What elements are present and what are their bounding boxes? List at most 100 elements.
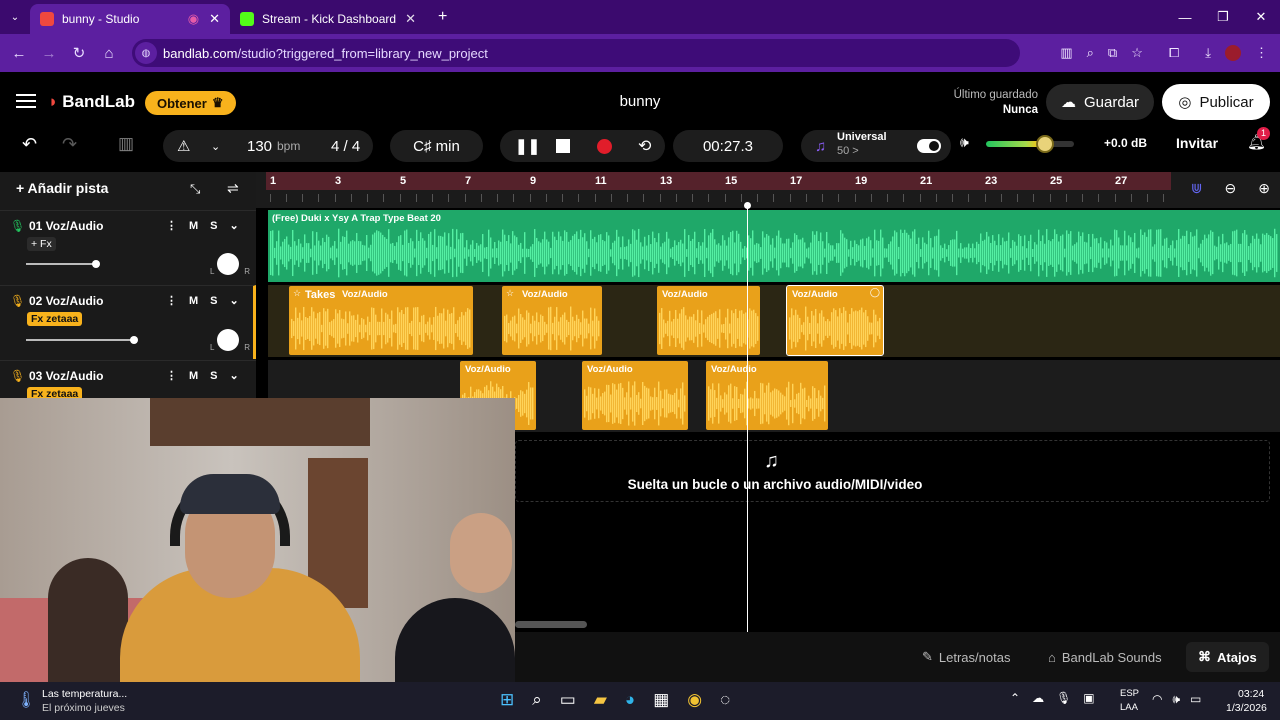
slider-handle[interactable] [92, 260, 100, 268]
timeline-ruler[interactable]: 1 3 5 7 9 11 13 15 17 19 21 23 25 27 ⋓ ⊖ ⊕ [256, 172, 1280, 208]
audio-clip[interactable]: Voz/Audio [706, 361, 828, 430]
mute-button[interactable]: M [189, 295, 198, 307]
track-header-02[interactable]: 🎙︎ 02 Voz/Audio ⋮ M S ⌄ Fx zetaaa LR [0, 285, 256, 359]
task-view-icon[interactable]: ▭ [560, 690, 576, 710]
bandlab-sounds-button[interactable]: ⌂ BandLab Sounds [1036, 642, 1174, 672]
guardar-button[interactable]: ☁ Guardar [1046, 84, 1154, 120]
tab-menu-icon[interactable]: ⌄ [0, 12, 30, 23]
obtener-button[interactable]: Obtener ♛ [145, 91, 236, 115]
file-explorer-icon[interactable]: ▰ [594, 690, 607, 710]
track-menu-icon[interactable]: ⋮ [166, 369, 177, 382]
invitar-button[interactable]: Invitar [1176, 135, 1218, 151]
track-menu-icon[interactable]: ⋮ [166, 294, 177, 307]
playhead[interactable] [744, 202, 751, 633]
display-icon[interactable]: ▣ [1083, 691, 1094, 705]
solo-button[interactable]: S [210, 370, 217, 382]
home-icon[interactable]: ⌂ [94, 45, 124, 62]
track-header-01[interactable]: 🎙︎ 01 Voz/Audio ⋮ M S ⌄ + Fx LR [0, 210, 256, 284]
maximize-icon[interactable]: ❐ [1204, 9, 1242, 25]
drop-zone[interactable] [515, 440, 1270, 502]
reading-mode-icon[interactable]: ▥ [1060, 45, 1072, 61]
loop-icon[interactable]: ⟲ [638, 136, 651, 156]
horizontal-scrollbar[interactable] [515, 621, 587, 628]
onedrive-icon[interactable]: ☁ [1032, 691, 1044, 705]
loop-handle-icon[interactable]: ◯ [870, 287, 880, 298]
new-tab-icon[interactable]: + [438, 8, 447, 26]
stop-icon[interactable] [556, 139, 570, 153]
time-display[interactable]: 00:27.3 [673, 130, 783, 162]
notifications-icon[interactable]: 🔔︎ 1 [1247, 127, 1271, 151]
zoom-in-icon[interactable]: ⊕ [1258, 180, 1270, 197]
windows-start-icon[interactable]: ⊞ [500, 690, 514, 710]
edge-icon[interactable]: ◕ [625, 690, 635, 710]
instrument-selector[interactable]: ♫ Universal 50 > [801, 130, 951, 162]
minimize-icon[interactable]: — [1166, 10, 1204, 25]
instrument-toggle[interactable] [917, 139, 941, 153]
track-volume-slider[interactable] [26, 260, 100, 268]
weather-title[interactable]: Las temperatura... [42, 688, 127, 700]
pause-icon[interactable]: ❚❚ [515, 137, 540, 155]
weather-icon[interactable]: 🌡︎ [16, 690, 36, 710]
audio-clip[interactable]: Voz/Audio [582, 361, 688, 430]
tab-bunny-studio[interactable]: bunny - Studio ◉ ✕ [30, 4, 230, 34]
language-code[interactable]: ESP [1120, 688, 1139, 699]
profile-avatar[interactable] [1225, 45, 1241, 61]
redo-icon[interactable]: ↷ [62, 134, 77, 155]
clock-time[interactable]: 03:24 [1238, 688, 1264, 700]
reload-icon[interactable]: ↻ [64, 44, 94, 62]
extensions-icon[interactable]: ⧠ [1169, 45, 1179, 61]
speaker-icon[interactable]: 🕪 [960, 134, 969, 151]
undo-icon[interactable]: ↶ [22, 134, 37, 155]
solo-button[interactable]: S [210, 295, 217, 307]
time-signature[interactable]: 4 / 4 [331, 138, 360, 155]
fx-button[interactable]: + Fx [27, 237, 56, 251]
project-title[interactable]: bunny [600, 93, 680, 110]
atajos-button[interactable]: ⌘ Atajos [1186, 642, 1269, 672]
chevron-down-icon[interactable]: ⌄ [230, 219, 239, 232]
record-icon[interactable] [597, 138, 612, 154]
audio-clip[interactable]: ☆ Voz/Audio [502, 286, 602, 355]
url-field[interactable]: ◍ bandlab.com /studio?triggered_from=lib… [132, 39, 1020, 67]
tray-overflow-icon[interactable]: ⌃ [1010, 691, 1020, 705]
track-volume-slider[interactable] [26, 336, 138, 344]
track-lane-01[interactable]: (Free) Duki x Ysy A Trap Type Beat 20 [268, 210, 1280, 282]
hamburger-menu-icon[interactable] [16, 94, 36, 108]
network-volume-battery[interactable]: ◠ 🕪 ▭ [1152, 692, 1201, 707]
track-name[interactable]: 03 Voz/Audio [29, 369, 103, 383]
master-volume-slider[interactable] [986, 135, 1074, 153]
mute-button[interactable]: M [189, 370, 198, 382]
bookmark-star-icon[interactable]: ☆ [1131, 45, 1143, 61]
slider-handle[interactable] [130, 336, 138, 344]
downloads-icon[interactable]: ⤓ [1205, 45, 1211, 61]
mute-button[interactable]: M [189, 220, 198, 232]
key-selector[interactable]: C♯ min [390, 130, 483, 162]
publicar-button[interactable]: ◎ Publicar [1162, 84, 1270, 120]
tab-close-icon[interactable]: ✕ [209, 11, 220, 27]
zoom-icon[interactable]: ⌕ [1087, 45, 1094, 61]
microphone-icon[interactable]: 🎙︎ [1056, 691, 1071, 705]
site-info-icon[interactable]: ◍ [135, 42, 157, 64]
track-name[interactable]: 02 Voz/Audio [29, 294, 103, 308]
fx-button[interactable]: Fx zetaaa [27, 312, 83, 326]
tempo-value[interactable]: 130 [247, 138, 272, 155]
chrome-icon[interactable]: ◉ [687, 690, 702, 710]
volume-knob[interactable] [1036, 135, 1054, 153]
forward-icon[interactable]: → [34, 45, 64, 62]
obs-icon[interactable]: ◌ [720, 690, 730, 710]
close-window-icon[interactable]: ✕ [1242, 9, 1280, 25]
magnet-icon[interactable]: ⋓ [1191, 180, 1203, 197]
chevron-down-icon[interactable]: ⌄ [230, 369, 239, 382]
metronome-dropdown-icon[interactable]: ⌄ [211, 140, 220, 153]
zoom-out-icon[interactable]: ⊖ [1225, 180, 1237, 197]
browser-menu-icon[interactable]: ⋮ [1255, 45, 1268, 61]
store-icon[interactable]: ▦ [653, 690, 669, 710]
chevron-down-icon[interactable]: ⌄ [230, 294, 239, 307]
audio-clip-selected[interactable]: Voz/Audio ◯ [786, 285, 884, 356]
tab-kick-dashboard[interactable]: Stream - Kick Dashboard ✕ [230, 4, 426, 34]
audio-clip[interactable]: ☆ Takes Voz/Audio [289, 286, 473, 355]
bandlab-logo[interactable]: ◗ BandLab [48, 92, 135, 112]
mixer-icon[interactable]: ▥ [118, 134, 134, 154]
install-app-icon[interactable]: ⧉ [1108, 45, 1117, 61]
search-icon[interactable]: ⌕ [532, 690, 542, 710]
solo-button[interactable]: S [210, 220, 217, 232]
